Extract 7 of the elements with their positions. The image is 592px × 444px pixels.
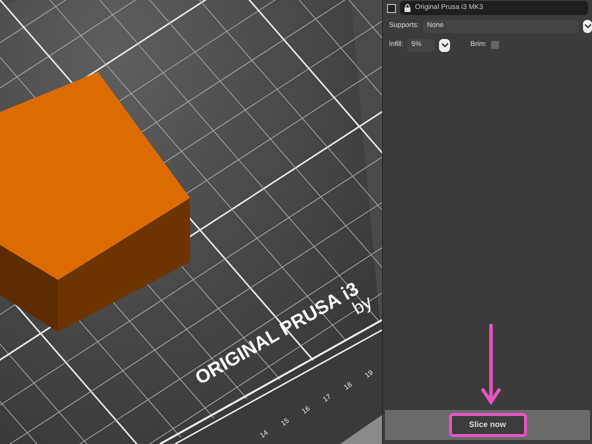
dropdown-button[interactable] (583, 20, 592, 32)
chevron-down-icon (440, 42, 449, 48)
arrow-down-icon (481, 324, 501, 406)
printer-icon (387, 4, 396, 12)
slice-now-button[interactable]: Slice now (448, 413, 526, 437)
brim-checkbox[interactable] (490, 41, 499, 49)
dropdown-button[interactable] (439, 38, 450, 52)
